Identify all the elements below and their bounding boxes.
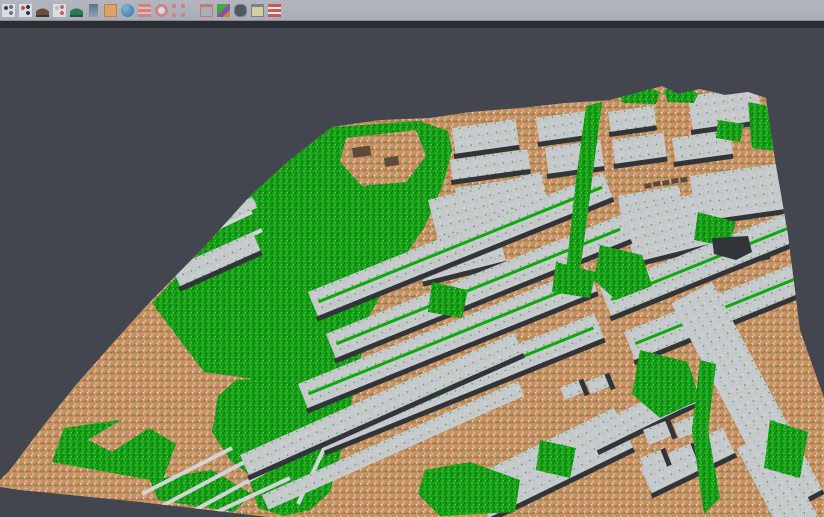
points-cluster-icon[interactable] <box>2 4 15 17</box>
viewport-3d-scene[interactable] <box>0 0 824 517</box>
camera-view-icon[interactable] <box>234 4 247 17</box>
snapshot-icon[interactable] <box>200 4 213 17</box>
application-window: { "window": { "background": "#43464e" },… <box>0 0 824 517</box>
circle-select-icon[interactable] <box>155 4 168 17</box>
crop-box-icon[interactable] <box>172 4 185 17</box>
grid-sheet-icon[interactable] <box>251 4 264 17</box>
toolbar-separator <box>189 4 200 17</box>
profile-lines-icon[interactable] <box>138 4 151 17</box>
globe-3d-icon[interactable] <box>121 4 134 17</box>
flag-marker-icon[interactable] <box>268 4 281 17</box>
classify-points-icon[interactable] <box>19 4 32 17</box>
thin-points-icon[interactable] <box>53 4 66 17</box>
toolbar <box>0 0 824 21</box>
classification-render-icon[interactable] <box>217 4 230 17</box>
vegetation-extraction-icon[interactable] <box>70 4 83 17</box>
toolbar-bottom-strip <box>0 21 824 28</box>
area-select-icon[interactable] <box>104 4 117 17</box>
ground-extraction-icon[interactable] <box>36 4 49 17</box>
building-extraction-icon[interactable] <box>89 4 98 17</box>
